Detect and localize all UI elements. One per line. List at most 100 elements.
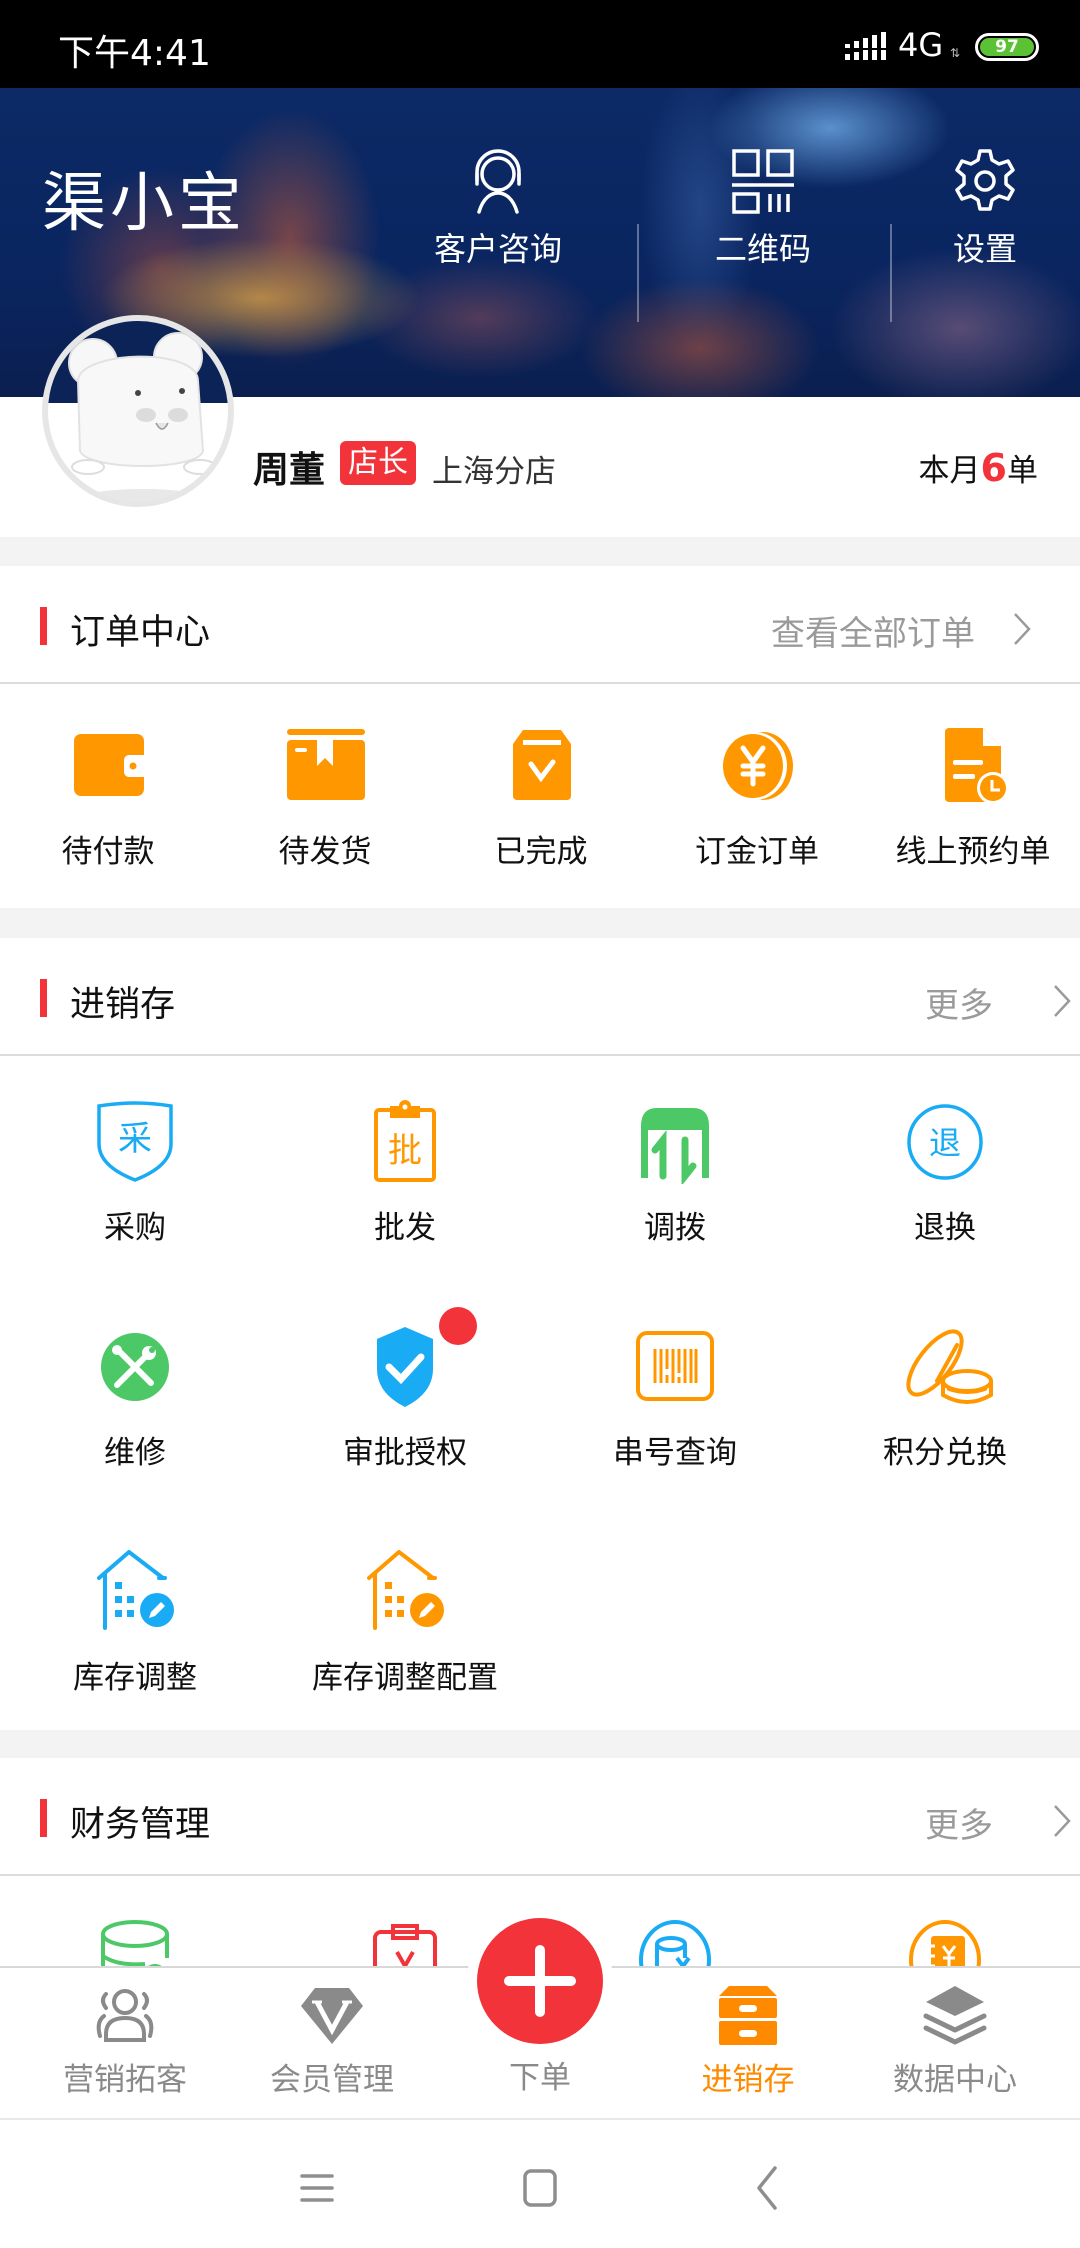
tab-members[interactable]: 会员管理 (232, 1982, 432, 2099)
inventory-repair[interactable]: 维修 (35, 1325, 235, 1472)
order-pending-payment[interactable]: 待付款 (8, 724, 208, 871)
headset-icon (475, 149, 521, 214)
bottom-nav: 营销拓客 会员管理 下单 进销存 数据中心 (0, 1918, 1080, 2118)
finance-more-link[interactable]: 更多 (925, 1798, 993, 1847)
inventory-stock-adjust[interactable]: 库存调整 (35, 1550, 235, 1697)
tab-label: 会员管理 (270, 2062, 394, 2098)
network-type: 4G (898, 26, 944, 64)
status-time: 下午4:41 (58, 33, 211, 74)
order-item-label: 线上预约单 (895, 834, 1051, 870)
warehouse-edit-config-icon (363, 1550, 447, 1634)
package-icon (283, 724, 367, 808)
return-circle-icon: 退 (903, 1100, 987, 1184)
barcode-icon (633, 1325, 717, 1409)
signal-icon (845, 32, 886, 60)
settings-label: 设置 (952, 230, 1017, 268)
users-icon (96, 1989, 154, 2042)
inventory-purchase[interactable]: 采 采购 (35, 1100, 235, 1247)
tab-label: 进销存 (701, 2062, 795, 2098)
status-bar: 下午4:41 4G ⇅ 97 (0, 0, 1080, 88)
tab-label: 数据中心 (893, 2062, 1017, 2098)
mouse-mascot-icon (68, 332, 217, 501)
inventory-stock-adjust-config[interactable]: 库存调整配置 (305, 1550, 505, 1697)
order-deposit[interactable]: 订金订单 (657, 724, 857, 871)
tab-label: 下单 (509, 2060, 571, 2096)
inventory-transfer[interactable]: 调拨 (575, 1100, 775, 1247)
cabinet-icon (719, 1986, 777, 2045)
inventory-wholesale[interactable]: 批 批发 (305, 1100, 505, 1247)
inventory-points-exchange[interactable]: 积分兑换 (845, 1325, 1045, 1472)
section-accent-bar (40, 979, 47, 1017)
qr-code-label: 二维码 (714, 230, 811, 268)
monthly-orders-prefix: 本月 (918, 453, 981, 489)
bag-check-icon (499, 724, 583, 808)
inventory-item-label: 维修 (104, 1435, 166, 1471)
order-item-label: 已完成 (494, 834, 588, 870)
order-pending-shipment[interactable]: 待发货 (225, 724, 425, 871)
home-icon[interactable] (510, 2158, 570, 2218)
chevron-right-icon[interactable] (1052, 984, 1072, 1018)
approval-shield-icon (363, 1307, 477, 1409)
monthly-orders-count: 6 (980, 446, 1007, 490)
coins-icon (903, 1325, 993, 1409)
chevron-right-icon[interactable] (1052, 1804, 1072, 1838)
system-nav-bar (0, 2118, 1080, 2248)
section-header: 财务管理 更多 (0, 1758, 1080, 1876)
data-activity-icon: ⇅ (950, 46, 961, 60)
order-item-label: 待付款 (61, 834, 155, 870)
gear-icon (955, 149, 1015, 211)
menu-icon[interactable] (287, 2158, 347, 2218)
battery-icon: 97 (975, 33, 1039, 61)
avatar[interactable] (42, 315, 234, 507)
purchase-shield-icon: 采 (93, 1100, 177, 1184)
back-icon[interactable] (737, 2158, 797, 2218)
svg-text:退: 退 (929, 1124, 961, 1162)
section-title: 进销存 (70, 985, 176, 1025)
inventory-serial-lookup[interactable]: 串号查询 (575, 1325, 775, 1472)
inventory-item-label: 审批授权 (343, 1435, 467, 1471)
inventory-more-link[interactable]: 更多 (925, 978, 993, 1027)
place-order-button[interactable]: 下单 (440, 1918, 640, 2118)
svg-text:采: 采 (118, 1119, 152, 1159)
inventory-item-label: 串号查询 (613, 1435, 737, 1471)
tab-data-center[interactable]: 数据中心 (855, 1982, 1055, 2099)
tab-inventory[interactable]: 进销存 (648, 1982, 848, 2099)
view-all-orders-link[interactable]: 查看全部订单 (771, 606, 975, 655)
tab-label: 营销拓客 (63, 2062, 187, 2098)
vip-diamond-icon (301, 1988, 363, 2044)
inventory-approval[interactable]: 审批授权 (305, 1307, 505, 1472)
section-accent-bar (40, 1799, 47, 1837)
user-name: 周董 (253, 450, 326, 491)
svg-text:批: 批 (388, 1131, 422, 1171)
inventory-return-exchange[interactable]: 退 退换 (845, 1100, 1045, 1247)
section-accent-bar (40, 607, 47, 645)
app-title: 渠小宝 (42, 167, 246, 241)
layers-icon (923, 1986, 987, 2045)
chevron-right-icon[interactable] (1012, 612, 1032, 646)
order-center-section: 订单中心 查看全部订单 待付款 待发货 已完成 订金订单 线上预约单 (0, 566, 1080, 908)
inventory-item-label: 库存调整配置 (312, 1660, 498, 1696)
section-header: 订单中心 查看全部订单 (0, 566, 1080, 684)
order-item-label: 待发货 (278, 834, 372, 870)
qr-code-icon (732, 149, 794, 214)
tab-marketing[interactable]: 营销拓客 (25, 1982, 225, 2099)
customer-consult-button[interactable]: 客户咨询 (408, 148, 588, 298)
role-badge: 店长 (340, 441, 416, 485)
branch-name: 上海分店 (432, 454, 556, 490)
transfer-icon (633, 1100, 717, 1184)
qr-code-button[interactable]: 二维码 (673, 148, 853, 298)
inventory-item-label: 积分兑换 (883, 1435, 1007, 1471)
monthly-orders-suffix: 单 (1007, 453, 1038, 489)
order-online-booking[interactable]: 线上预约单 (873, 724, 1073, 871)
monthly-orders: 本月6单 (919, 445, 1038, 490)
inventory-item-label: 采购 (104, 1210, 166, 1246)
document-clock-icon (931, 724, 1015, 808)
inventory-section: 进销存 更多 采 采购 批 批发 调拨 退 退换 维修 审批授权 串号查询 积分… (0, 938, 1080, 1730)
header-divider (890, 224, 892, 322)
wallet-icon (66, 724, 150, 808)
settings-button[interactable]: 设置 (895, 148, 1075, 298)
battery-level: 97 (980, 38, 1034, 56)
notification-badge (439, 1307, 477, 1345)
order-completed[interactable]: 已完成 (441, 724, 641, 871)
inventory-item-label: 退换 (914, 1210, 976, 1246)
